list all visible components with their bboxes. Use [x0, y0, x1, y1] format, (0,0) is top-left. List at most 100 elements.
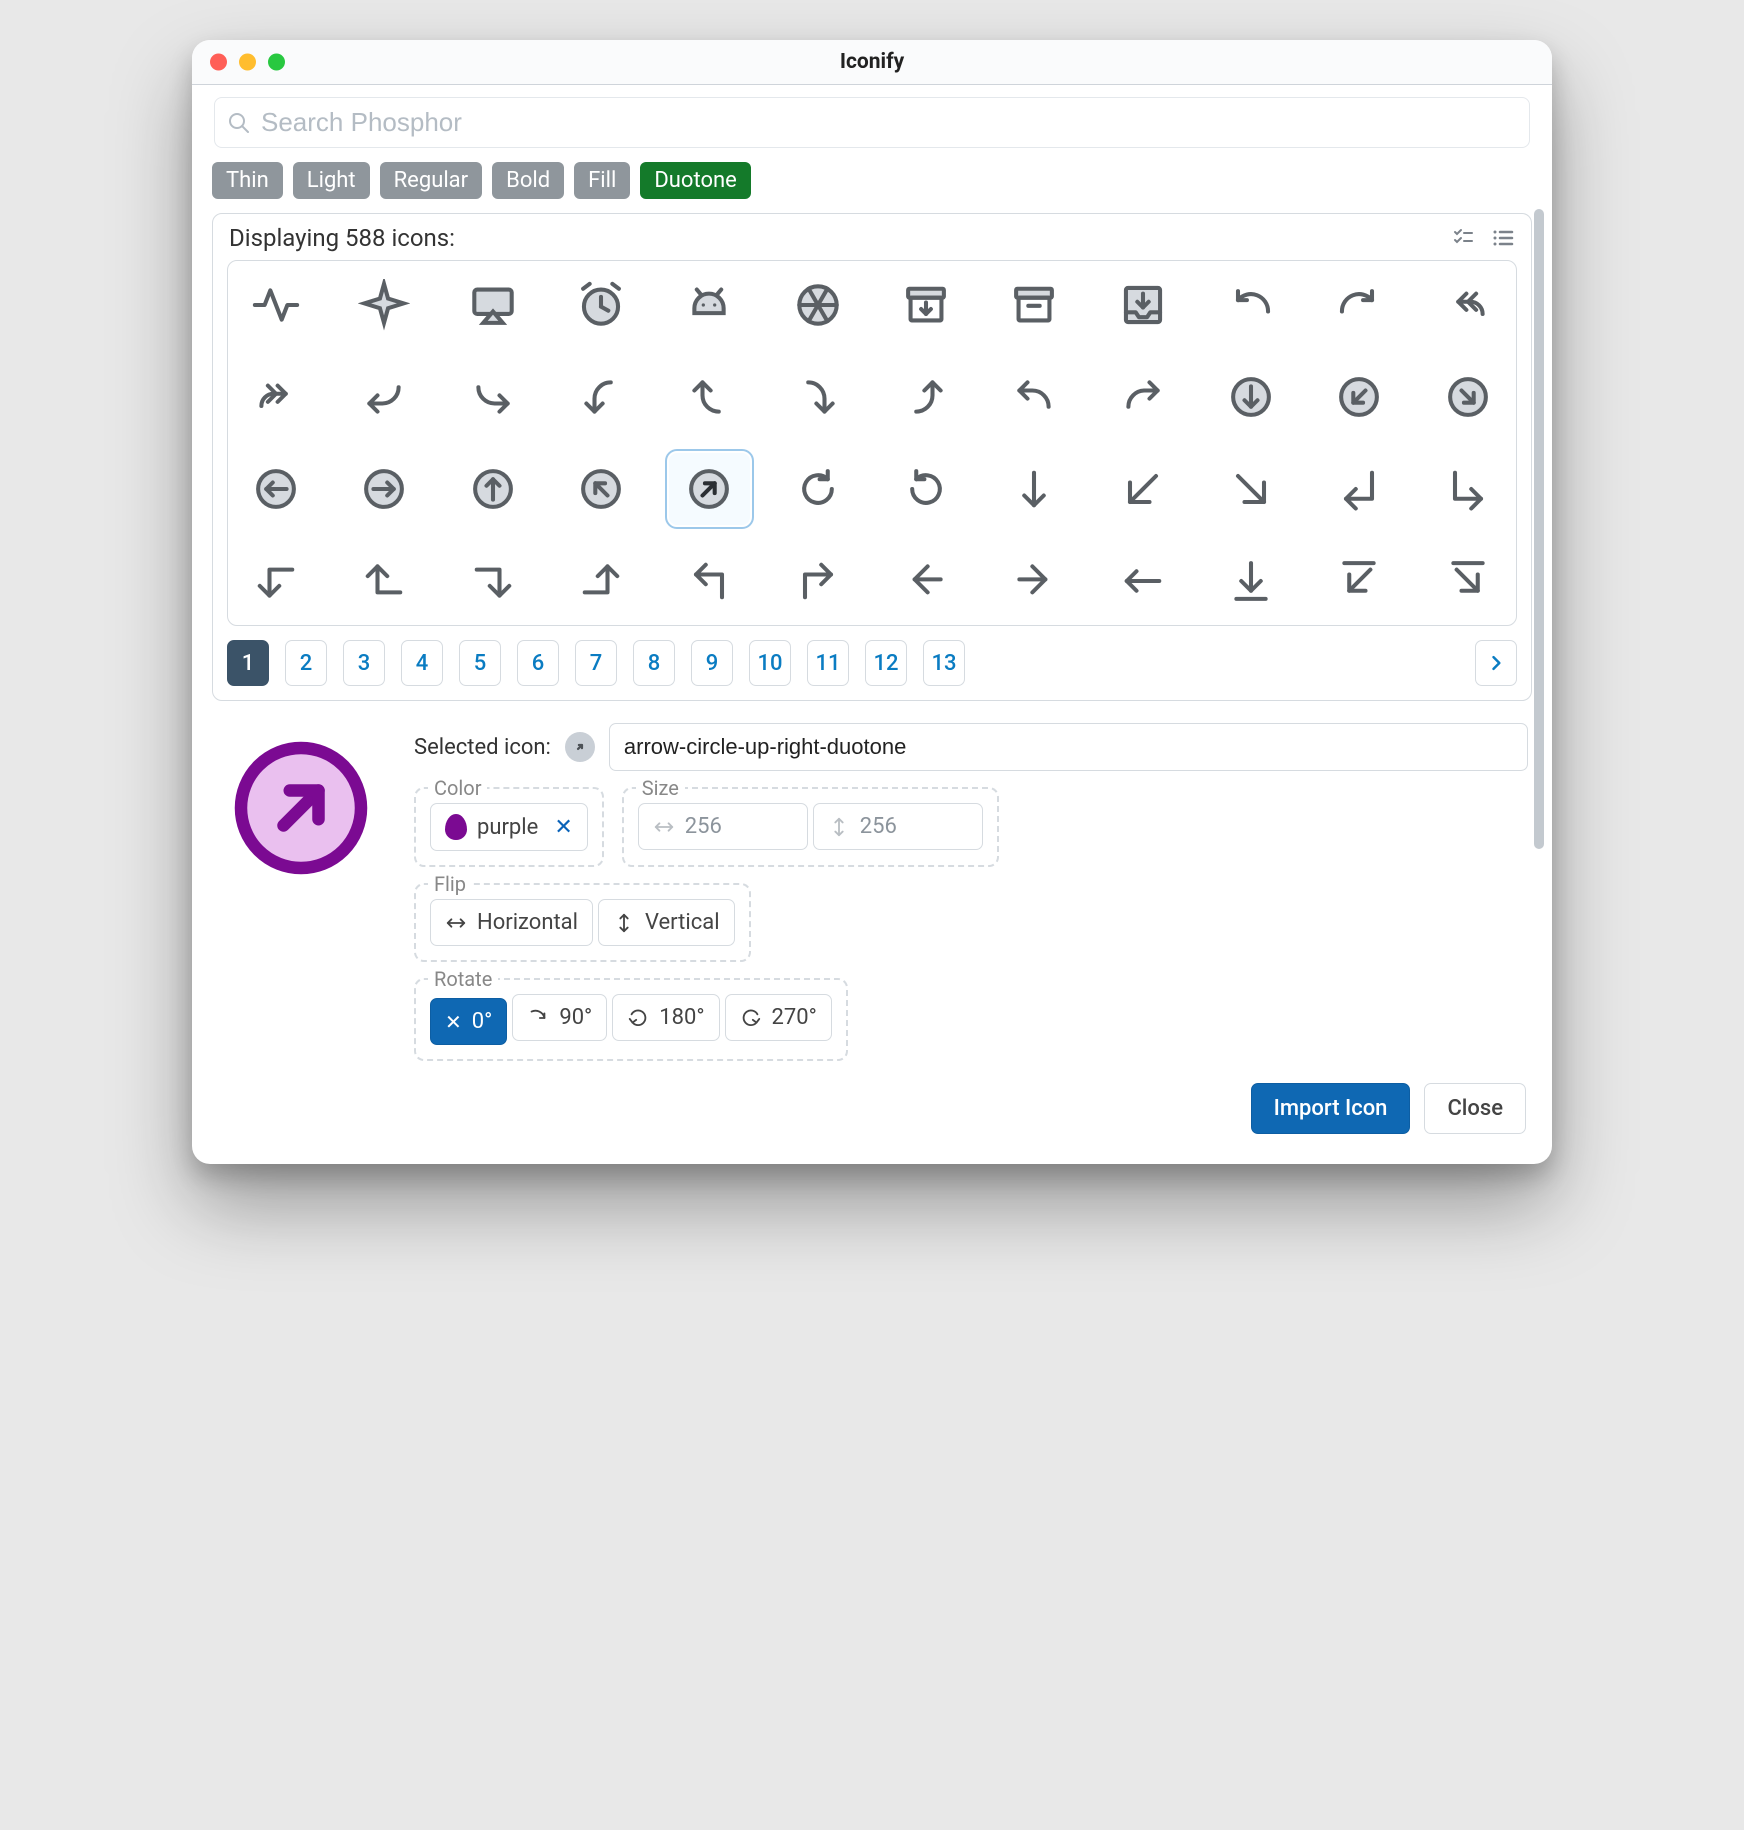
style-tab-regular[interactable]: Regular: [380, 162, 482, 199]
icon-arrow-bend-up-left-duotone[interactable]: [994, 361, 1074, 433]
rotate-0-button[interactable]: ✕0°: [430, 998, 507, 1045]
icon-arrow-circle-down-right-duotone[interactable]: [1428, 361, 1508, 433]
clear-color-icon[interactable]: ✕: [554, 815, 572, 840]
view-compact-icon[interactable]: [1451, 226, 1475, 250]
page-9[interactable]: 9: [691, 640, 733, 686]
icon-arrow-elbow-right-down-duotone[interactable]: [453, 545, 533, 617]
page-10[interactable]: 10: [749, 640, 791, 686]
icon-arrow-bend-up-right-duotone[interactable]: [1103, 361, 1183, 433]
icon-alarm-duotone[interactable]: [561, 269, 641, 341]
page-1[interactable]: 1: [227, 640, 269, 686]
page-next[interactable]: [1475, 640, 1517, 686]
color-legend: Color: [428, 776, 487, 800]
page-5[interactable]: 5: [459, 640, 501, 686]
rotate-180-button[interactable]: 180°: [612, 994, 719, 1041]
icon-arrow-circle-down-duotone[interactable]: [1211, 361, 1291, 433]
icon-airplane-duotone[interactable]: [344, 269, 424, 341]
icon-arrow-bend-down-left-duotone[interactable]: [344, 361, 424, 433]
size-legend: Size: [636, 776, 685, 800]
icons-panel: Displaying 588 icons: 12345678910111213: [212, 213, 1532, 701]
titlebar: Iconify: [192, 40, 1552, 85]
color-value: purple: [477, 815, 538, 840]
icon-android-logo-duotone[interactable]: [669, 269, 749, 341]
icon-arrow-elbow-up-right-duotone[interactable]: [778, 545, 858, 617]
style-tab-fill[interactable]: Fill: [574, 162, 630, 199]
page-3[interactable]: 3: [343, 640, 385, 686]
icon-arrow-down-left-duotone[interactable]: [1103, 453, 1183, 525]
height-input[interactable]: 256: [813, 803, 983, 850]
icon-arrow-line-down-right-duotone[interactable]: [1428, 545, 1508, 617]
icon-arrow-elbow-left-up-duotone[interactable]: [344, 545, 424, 617]
icon-arrow-bend-right-down-duotone[interactable]: [778, 361, 858, 433]
icon-arrow-bend-double-up-left-duotone[interactable]: [1428, 269, 1508, 341]
icon-arrow-elbow-up-left-duotone[interactable]: [669, 545, 749, 617]
icon-arrow-down-duotone[interactable]: [994, 453, 1074, 525]
icon-archive-tray-duotone[interactable]: [1103, 269, 1183, 341]
icon-arrow-elbow-down-right-duotone[interactable]: [1428, 453, 1508, 525]
icon-count-label: Displaying 588 icons:: [229, 224, 455, 252]
icon-arrow-elbow-left-down-duotone[interactable]: [236, 545, 316, 617]
selected-mini-icon: [565, 732, 595, 762]
scrollbar[interactable]: [1534, 145, 1544, 1140]
style-tab-bold[interactable]: Bold: [492, 162, 564, 199]
page-11[interactable]: 11: [807, 640, 849, 686]
page-8[interactable]: 8: [633, 640, 675, 686]
style-tab-duotone[interactable]: Duotone: [640, 162, 750, 199]
page-7[interactable]: 7: [575, 640, 617, 686]
flip-vertical-button[interactable]: Vertical: [598, 899, 735, 946]
icon-arrow-circle-up-right-duotone[interactable]: [669, 453, 749, 525]
import-icon-button[interactable]: Import Icon: [1251, 1083, 1411, 1134]
icon-arrow-circle-left-duotone[interactable]: [236, 453, 316, 525]
icon-arrow-clockwise-duotone[interactable]: [778, 453, 858, 525]
icon-airplay-duotone[interactable]: [453, 269, 533, 341]
icon-aperture-duotone[interactable]: [778, 269, 858, 341]
icon-arrow-down-right-duotone[interactable]: [1211, 453, 1291, 525]
icon-arrow-circle-up-duotone[interactable]: [453, 453, 533, 525]
icon-arrow-line-down-left-duotone[interactable]: [1319, 545, 1399, 617]
page-4[interactable]: 4: [401, 640, 443, 686]
style-tab-light[interactable]: Light: [293, 162, 370, 199]
icon-arrow-arc-right-duotone[interactable]: [1319, 269, 1399, 341]
search-input[interactable]: [259, 106, 1517, 139]
style-tabs: Thin Light Regular Bold Fill Duotone: [212, 162, 1532, 199]
rotate-90-button[interactable]: 90°: [512, 994, 607, 1041]
icon-activity-duotone[interactable]: [236, 269, 316, 341]
icon-arrow-elbow-down-left-duotone[interactable]: [1319, 453, 1399, 525]
icon-archive-duotone[interactable]: [994, 269, 1074, 341]
page-6[interactable]: 6: [517, 640, 559, 686]
close-window-icon[interactable]: [210, 54, 227, 71]
rotate-270-button[interactable]: 270°: [725, 994, 832, 1041]
flip-horizontal-button[interactable]: Horizontal: [430, 899, 593, 946]
icon-archive-box-duotone[interactable]: [886, 269, 966, 341]
icon-arrow-circle-down-left-duotone[interactable]: [1319, 361, 1399, 433]
height-icon: [828, 816, 850, 838]
selected-name-input[interactable]: [609, 723, 1528, 771]
color-swatch-icon: [445, 814, 467, 840]
page-13[interactable]: 13: [923, 640, 965, 686]
icon-arrow-elbow-right-up-duotone[interactable]: [561, 545, 641, 617]
color-chip[interactable]: purple ✕: [430, 803, 588, 851]
icon-arrow-line-down-duotone[interactable]: [1211, 545, 1291, 617]
icon-arrow-circle-up-left-duotone[interactable]: [561, 453, 641, 525]
icon-arrow-bend-left-down-duotone[interactable]: [561, 361, 641, 433]
icon-arrow-arc-left-duotone[interactable]: [1211, 269, 1291, 341]
view-list-icon[interactable]: [1491, 226, 1515, 250]
zoom-window-icon[interactable]: [268, 54, 285, 71]
icon-arrow-bend-right-up-duotone[interactable]: [886, 361, 966, 433]
icon-arrow-counter-clockwise-duotone[interactable]: [886, 453, 966, 525]
icon-arrow-circle-right-duotone[interactable]: [344, 453, 424, 525]
icon-arrow-bend-down-right-duotone[interactable]: [453, 361, 533, 433]
icon-arrow-bend-double-up-right-duotone[interactable]: [236, 361, 316, 433]
icon-arrow-bend-left-up-duotone[interactable]: [669, 361, 749, 433]
icon-arrow-fat-left-duotone[interactable]: [886, 545, 966, 617]
icon-arrow-fat-right-duotone[interactable]: [994, 545, 1074, 617]
page-12[interactable]: 12: [865, 640, 907, 686]
page-2[interactable]: 2: [285, 640, 327, 686]
icon-arrow-left-duotone[interactable]: [1103, 545, 1183, 617]
close-button[interactable]: Close: [1424, 1083, 1526, 1134]
search-field[interactable]: [214, 97, 1530, 148]
style-tab-thin[interactable]: Thin: [212, 162, 283, 199]
minimize-window-icon[interactable]: [239, 54, 256, 71]
width-input[interactable]: 256: [638, 803, 808, 850]
flip-horizontal-icon: [445, 912, 467, 934]
